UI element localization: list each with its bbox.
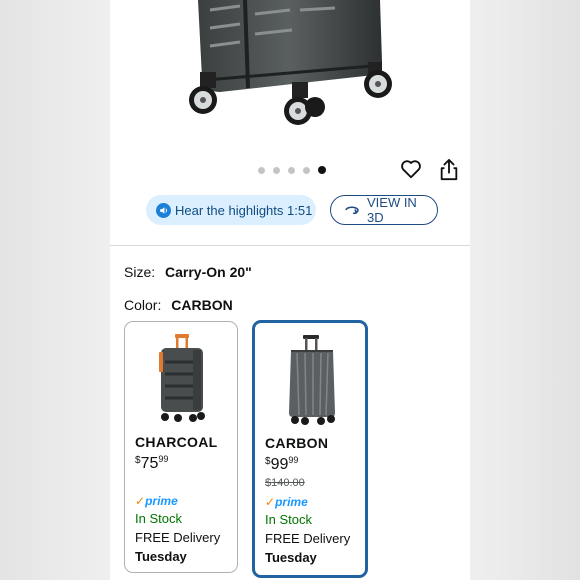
- swatch-image-charcoal: [159, 334, 205, 422]
- price-fraction: 99: [158, 454, 169, 464]
- color-swatch-carbon[interactable]: CARBON $9999 $140.00 ✓prime In Stock FRE…: [252, 320, 368, 578]
- size-selector[interactable]: Size: Carry-On 20": [124, 264, 252, 280]
- audio-play-icon: [156, 202, 171, 218]
- view-in-3d-button[interactable]: VIEW IN 3D: [330, 195, 438, 225]
- hear-highlights-label: Hear the highlights 1:51: [175, 202, 313, 218]
- pagination-dot-active[interactable]: [318, 166, 326, 174]
- product-image[interactable]: [110, 0, 470, 150]
- pagination-dot[interactable]: [288, 166, 295, 174]
- swatch-name: CHARCOAL: [135, 434, 218, 450]
- delivery-day: Tuesday: [265, 550, 317, 565]
- color-value: CARBON: [171, 297, 233, 313]
- swatch-image-carbon: [289, 335, 335, 425]
- prime-badge: ✓prime: [265, 495, 308, 509]
- view-in-3d-label: VIEW IN 3D: [366, 195, 417, 225]
- pagination-dot[interactable]: [303, 166, 310, 174]
- prime-check-icon: ✓: [265, 495, 276, 509]
- background-left: [0, 0, 110, 580]
- size-value: Carry-On 20": [165, 264, 252, 280]
- color-selector: Color: CARBON: [124, 297, 233, 313]
- pagination-dot[interactable]: [273, 166, 280, 174]
- section-divider: [110, 245, 470, 246]
- prime-check-icon: ✓: [135, 494, 146, 508]
- heart-icon[interactable]: [400, 158, 422, 180]
- color-label: Color:: [124, 297, 162, 313]
- stock-status: In Stock: [265, 512, 312, 527]
- image-pagination[interactable]: [258, 166, 326, 174]
- stock-status: In Stock: [135, 511, 182, 526]
- swatch-price: $9999: [265, 455, 299, 473]
- price-fraction: 99: [288, 455, 299, 465]
- size-label: Size:: [124, 264, 156, 280]
- share-icon[interactable]: [438, 158, 460, 182]
- list-price: $140.00: [265, 477, 305, 489]
- swatch-price: $7599: [135, 454, 169, 472]
- product-page: Hear the highlights 1:51 VIEW IN 3D Size…: [110, 0, 470, 580]
- hear-highlights-button[interactable]: Hear the highlights 1:51: [146, 195, 316, 225]
- price-whole: 99: [270, 456, 289, 473]
- color-swatch-charcoal[interactable]: CHARCOAL $7599 ✓prime In Stock FREE Deli…: [124, 321, 238, 573]
- prime-badge: ✓prime: [135, 494, 178, 508]
- delivery-text: FREE Delivery: [135, 530, 221, 545]
- price-whole: 75: [140, 455, 159, 472]
- background-right: [470, 0, 580, 580]
- pagination-dot[interactable]: [258, 166, 265, 174]
- swatch-name: CARBON: [265, 435, 329, 451]
- rotate-3d-icon: [345, 206, 359, 215]
- delivery-text: FREE Delivery: [265, 531, 351, 546]
- delivery-day: Tuesday: [135, 549, 187, 564]
